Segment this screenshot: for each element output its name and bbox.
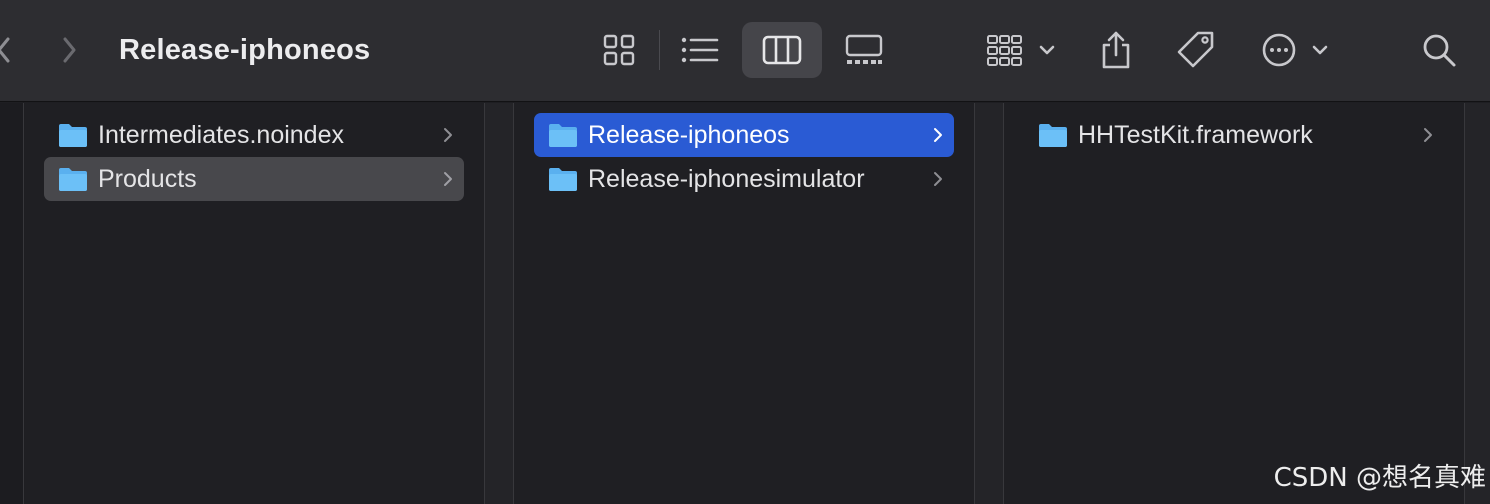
column-view-button[interactable]	[742, 22, 822, 78]
icon-view-icon	[603, 34, 635, 66]
gallery-view-button[interactable]	[840, 26, 888, 74]
list-item-intermediates[interactable]: Intermediates.noindex	[44, 113, 464, 157]
browser-column-3: HHTestKit.framework	[1004, 103, 1464, 504]
list-view-icon	[681, 37, 719, 63]
list-item-products[interactable]: Products	[44, 157, 464, 201]
column-resize-handle[interactable]	[1464, 103, 1490, 504]
folder-icon	[549, 168, 577, 191]
window-title: Release-iphoneos	[119, 34, 371, 66]
share-icon	[1102, 31, 1130, 69]
item-label: Release-iphoneos	[588, 121, 790, 149]
folder-icon	[1039, 124, 1067, 147]
chevron-right-icon	[63, 37, 76, 63]
group-by-button[interactable]	[984, 26, 1060, 74]
browser-column-2: Release-iphoneos Release-iphonesimulator	[514, 103, 974, 504]
search-icon	[1423, 34, 1456, 67]
more-actions-icon	[1262, 33, 1328, 67]
disclosure-chevron-icon	[934, 172, 942, 186]
previous-column	[0, 103, 24, 504]
toolbar: Release-iphoneos	[0, 0, 1490, 102]
browser-column-1: Intermediates.noindex Products	[25, 103, 484, 504]
disclosure-chevron-icon	[444, 128, 452, 142]
search-button[interactable]	[1418, 26, 1460, 74]
tag-icon	[1177, 31, 1214, 68]
folder-icon	[59, 168, 87, 191]
list-item-release-iphoneos[interactable]: Release-iphoneos	[534, 113, 954, 157]
disclosure-chevron-icon	[934, 128, 942, 142]
folder-icon	[549, 124, 577, 147]
back-button[interactable]	[0, 30, 18, 70]
icon-view-button[interactable]	[596, 26, 642, 74]
folder-icon	[59, 124, 87, 147]
tag-button[interactable]	[1174, 26, 1218, 74]
gallery-view-icon	[845, 34, 883, 64]
group-by-icon	[987, 35, 1055, 66]
item-label: HHTestKit.framework	[1078, 121, 1313, 149]
item-label: Release-iphonesimulator	[588, 165, 865, 193]
item-label: Products	[98, 165, 197, 193]
column-resize-handle[interactable]	[974, 103, 1004, 504]
forward-button[interactable]	[55, 30, 85, 70]
item-label: Intermediates.noindex	[98, 121, 344, 149]
toolbar-separator	[659, 30, 660, 70]
list-item-hhtestkit-framework[interactable]: HHTestKit.framework	[1024, 113, 1444, 157]
column-resize-handle[interactable]	[484, 103, 514, 504]
column-view-icon	[762, 35, 802, 65]
share-button[interactable]	[1096, 26, 1136, 74]
chevron-left-icon	[0, 37, 10, 63]
watermark: CSDN @想名真难	[1273, 463, 1486, 493]
list-view-button[interactable]	[676, 26, 724, 74]
more-actions-button[interactable]	[1260, 26, 1334, 74]
disclosure-chevron-icon	[1424, 128, 1432, 142]
list-item-release-iphonesimulator[interactable]: Release-iphonesimulator	[534, 157, 954, 201]
disclosure-chevron-icon	[444, 172, 452, 186]
